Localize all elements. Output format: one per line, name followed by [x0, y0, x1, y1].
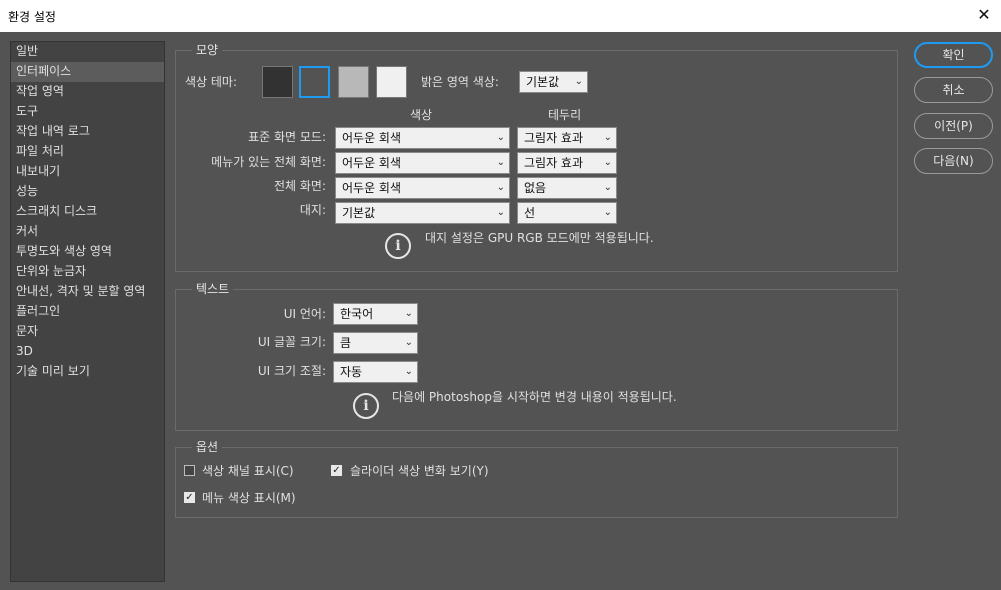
fullscreen-menu-color-select[interactable]: 어두운 회색 ⌄ [335, 152, 510, 174]
chevron-down-icon: ⌄ [496, 132, 505, 143]
sidebar-item-3d[interactable]: 3D [11, 342, 164, 362]
sidebar-item-file-handling[interactable]: 파일 처리 [11, 142, 164, 162]
sidebar-item-scratch-disks[interactable]: 스크래치 디스크 [11, 202, 164, 222]
category-list: 일반 인터페이스 작업 영역 도구 작업 내역 로그 파일 처리 내보내기 성능… [10, 41, 165, 582]
info-icon: i [385, 233, 411, 259]
options-group-title: 옵션 [192, 438, 223, 456]
highlight-color-label: 밝은 영역 색상: [421, 75, 499, 89]
info-icon: i [353, 393, 379, 419]
color-channels-checkbox[interactable] [184, 465, 195, 476]
previous-button[interactable]: 이전(P) [914, 113, 993, 139]
chevron-down-icon: ⌄ [404, 337, 413, 348]
column-header-border: 테두리 [548, 108, 582, 122]
ui-font-size-select[interactable]: 큼 ⌄ [333, 332, 418, 354]
sidebar-item-history-log[interactable]: 작업 내역 로그 [11, 122, 164, 142]
sidebar-item-performance[interactable]: 성능 [11, 182, 164, 202]
chevron-down-icon: ⌄ [574, 76, 583, 87]
chevron-down-icon: ⌄ [496, 182, 505, 193]
chevron-down-icon: ⌄ [603, 182, 612, 193]
artboard-color-select[interactable]: 기본값 ⌄ [335, 202, 510, 224]
chevron-down-icon: ⌄ [603, 207, 612, 218]
sidebar-item-interface[interactable]: 인터페이스 [11, 62, 164, 82]
next-button[interactable]: 다음(N) [914, 148, 993, 174]
chevron-down-icon: ⌄ [496, 207, 505, 218]
sidebar-item-workspace[interactable]: 작업 영역 [11, 82, 164, 102]
highlight-color-select[interactable]: 기본값 ⌄ [519, 71, 588, 93]
artboard-border-select[interactable]: 선 ⌄ [517, 202, 617, 224]
text-group-title: 텍스트 [192, 280, 234, 298]
fullscreen-border-select[interactable]: 없음 ⌄ [517, 177, 617, 199]
artboard-info-text: 대지 설정은 GPU RGB 모드에만 적용됩니다. [425, 231, 654, 245]
sidebar-item-tech-previews[interactable]: 기술 미리 보기 [11, 362, 164, 382]
color-theme-label: 색상 테마: [185, 75, 238, 89]
artboard-label: 대지: [299, 203, 326, 217]
theme-swatch-light[interactable] [376, 66, 407, 98]
cancel-button[interactable]: 취소 [914, 77, 993, 103]
menu-colors-label: 메뉴 색상 표시(M) [202, 491, 296, 505]
ui-language-label: UI 언어: [283, 307, 326, 321]
ui-font-size-label: UI 글꼴 크기: [257, 335, 326, 349]
close-icon[interactable]: ✕ [973, 4, 995, 26]
color-channels-label: 색상 채널 표시(C) [202, 464, 294, 478]
standard-screen-label: 표준 화면 모드: [248, 130, 326, 144]
sidebar-item-cursors[interactable]: 커서 [11, 222, 164, 242]
ui-scale-select[interactable]: 자동 ⌄ [333, 361, 418, 383]
theme-swatch-medium[interactable] [338, 66, 369, 98]
slider-gradients-checkbox[interactable]: ✓ [331, 465, 342, 476]
chevron-down-icon: ⌄ [404, 308, 413, 319]
ok-button[interactable]: 확인 [914, 42, 993, 68]
chevron-down-icon: ⌄ [496, 157, 505, 168]
chevron-down-icon: ⌄ [603, 157, 612, 168]
title-bar: 환경 설정 ✕ [0, 0, 1001, 32]
ui-scale-label: UI 크기 조절: [257, 364, 326, 378]
fullscreen-menu-border-select[interactable]: 그림자 효과 ⌄ [517, 152, 617, 174]
sidebar-item-units-rulers[interactable]: 단위와 눈금자 [11, 262, 164, 282]
restart-info-text: 다음에 Photoshop을 시작하면 변경 내용이 적용됩니다. [392, 390, 677, 404]
theme-swatch-darkest[interactable] [262, 66, 293, 98]
sidebar-item-tools[interactable]: 도구 [11, 102, 164, 122]
slider-gradients-label: 슬라이더 색상 변화 보기(Y) [350, 464, 489, 478]
ui-language-select[interactable]: 한국어 ⌄ [333, 303, 418, 325]
sidebar-item-export[interactable]: 내보내기 [11, 162, 164, 182]
theme-swatch-dark[interactable] [299, 66, 330, 98]
standard-screen-color-select[interactable]: 어두운 회색 ⌄ [335, 127, 510, 149]
menu-colors-checkbox[interactable]: ✓ [184, 492, 195, 503]
fullscreen-label: 전체 화면: [273, 179, 326, 193]
chevron-down-icon: ⌄ [404, 366, 413, 377]
sidebar-item-plugins[interactable]: 플러그인 [11, 302, 164, 322]
sidebar-item-type[interactable]: 문자 [11, 322, 164, 342]
column-header-color: 색상 [410, 108, 433, 122]
chevron-down-icon: ⌄ [603, 132, 612, 143]
appearance-group-title: 모양 [192, 41, 223, 59]
standard-screen-border-select[interactable]: 그림자 효과 ⌄ [517, 127, 617, 149]
window-title: 환경 설정 [8, 10, 56, 24]
fullscreen-menu-label: 메뉴가 있는 전체 화면: [211, 155, 326, 169]
fullscreen-color-select[interactable]: 어두운 회색 ⌄ [335, 177, 510, 199]
sidebar-item-general[interactable]: 일반 [11, 42, 164, 62]
sidebar-item-guides-grid[interactable]: 안내선, 격자 및 분할 영역 [11, 282, 164, 302]
sidebar-item-transparency[interactable]: 투명도와 색상 영역 [11, 242, 164, 262]
